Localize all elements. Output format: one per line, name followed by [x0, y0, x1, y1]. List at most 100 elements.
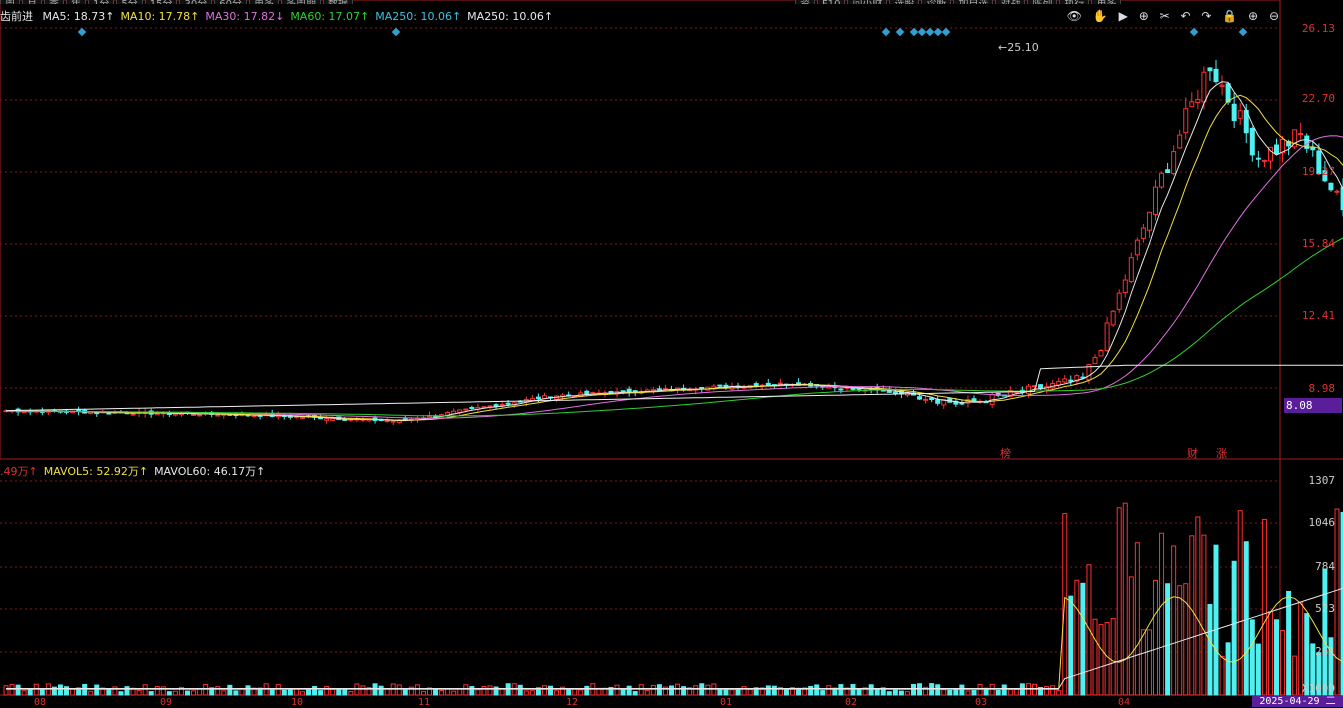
hand-icon[interactable]: ✋ [1093, 9, 1108, 23]
volume-bar [886, 691, 892, 696]
volume-bar [717, 688, 723, 696]
toolbar-tab[interactable]: 5分 [116, 0, 143, 4]
volume-bar [1110, 617, 1116, 696]
candle-body [1068, 379, 1074, 382]
volume-bar [783, 689, 789, 696]
volume-bar [312, 686, 318, 696]
toolbar-tab[interactable]: 月 [22, 0, 42, 4]
toolbar-tab[interactable]: 1分 [88, 0, 115, 4]
volume-bar [584, 685, 590, 696]
volume-bar [281, 689, 287, 696]
toolbar-tab[interactable]: 季 [44, 0, 64, 4]
toolbar-tab[interactable]: 执行 [1059, 0, 1090, 4]
toolbar-tab[interactable]: 陈列 [1027, 0, 1058, 4]
volume-bar [21, 690, 27, 696]
volume-bar [620, 688, 626, 696]
volume-bar [529, 690, 535, 696]
crosshair-icon[interactable]: ⊕ [1139, 9, 1149, 23]
toolbar-tab[interactable]: 数据 [322, 0, 353, 4]
volume-bar [892, 689, 898, 696]
candle-body [1183, 108, 1189, 134]
volume-bar [185, 690, 190, 696]
event-badge[interactable]: 榜 [1000, 445, 1011, 461]
volume-bar [765, 685, 771, 696]
volume-bar [1153, 579, 1158, 696]
volume-bar [439, 690, 445, 696]
undo-icon[interactable]: ↶ [1180, 9, 1190, 23]
eye-icon[interactable]: 👁 [1067, 9, 1082, 23]
toolbar-tab[interactable]: 加自选 [953, 0, 994, 4]
candle-body [457, 409, 463, 413]
volume-bar [1225, 642, 1231, 696]
candle-body [584, 390, 590, 395]
toolbar-tab[interactable]: 周 [0, 0, 20, 4]
volume-bar [554, 690, 560, 696]
volume-bar [39, 688, 45, 696]
volume-bar [705, 684, 711, 696]
volume-bar [318, 690, 324, 696]
toolbar-tab[interactable]: 60分 [214, 0, 247, 4]
candle-body [1201, 71, 1207, 103]
candle-body [656, 388, 662, 391]
redo-icon[interactable]: ↷ [1201, 9, 1211, 23]
event-badge[interactable]: 财 [1187, 445, 1198, 461]
volume-bar [172, 690, 178, 696]
candle-body [487, 405, 493, 408]
toolbar-tab[interactable]: 资 [794, 0, 815, 4]
candle-body [850, 387, 856, 390]
toolbar: 周月季年1分5分15分30分60分更多多周期数据资F10问小财选股诊断加自选对战… [0, 0, 1280, 4]
vol-indicator: .49万↑ [0, 465, 38, 478]
ma-indicator: MA60: 17.07↑ [290, 10, 370, 23]
volume-bar [64, 686, 69, 696]
volume-bar [396, 684, 402, 696]
volume-bar [669, 685, 674, 696]
event-badge[interactable]: 涨 [1216, 445, 1227, 461]
volume-bar [1116, 507, 1122, 696]
zoom-out-icon[interactable]: ⊖ [1269, 9, 1279, 23]
time-axis-label: 04 [1118, 697, 1131, 708]
volume-bar [1219, 655, 1225, 696]
volume-bar [965, 690, 971, 696]
candle-body [765, 382, 771, 386]
lock-icon[interactable]: 🔒 [1222, 9, 1237, 23]
volume-bar [15, 684, 21, 696]
volume-bar [215, 686, 221, 696]
volume-bar [3, 685, 9, 696]
volume-bar [632, 691, 638, 696]
toolbar-tab[interactable]: 多周期 [280, 0, 321, 4]
toolbar-tab[interactable]: 选股 [889, 0, 920, 4]
volume-bar [523, 690, 529, 696]
kline-chart[interactable] [0, 0, 1343, 707]
candle-body [1237, 110, 1243, 119]
toolbar-tab[interactable]: 15分 [144, 0, 178, 4]
toolbar-tab[interactable]: 年 [66, 0, 86, 4]
time-axis-label: 09 [160, 697, 173, 708]
toolbar-tab[interactable]: 30分 [179, 0, 213, 4]
zoom-in-icon[interactable]: ⊕ [1248, 9, 1258, 23]
volume-bar [735, 689, 741, 696]
volume-bar [1261, 518, 1267, 696]
play-icon[interactable]: ▶ [1119, 9, 1128, 23]
toolbar-tab[interactable]: F10 [816, 0, 846, 4]
volume-bar [747, 688, 753, 696]
toolbar-tab[interactable]: 更多 [1091, 0, 1122, 4]
volume-bar [360, 685, 366, 696]
toolbar-tab[interactable]: 更多 [248, 0, 279, 4]
volume-bar [197, 688, 203, 696]
volume-bar [729, 689, 735, 696]
volume-bar [475, 689, 481, 696]
time-axis-label: 03 [975, 697, 988, 708]
toolbar-tab[interactable]: 对战 [995, 0, 1026, 4]
volume-bar [348, 690, 354, 696]
toolbar-tab[interactable]: 诊断 [921, 0, 952, 4]
candle-body [1225, 83, 1231, 103]
volume-bar [88, 690, 94, 696]
candle-body [1255, 157, 1261, 160]
scissors-icon[interactable]: ✂ [1160, 9, 1170, 23]
volume-bar [330, 688, 336, 696]
toolbar-tab[interactable]: 问小财 [847, 0, 888, 4]
candle-body [1310, 146, 1316, 151]
current-price-tag: 8.08 [1284, 398, 1342, 413]
candle-body [590, 392, 596, 395]
volume-bar [614, 684, 620, 696]
